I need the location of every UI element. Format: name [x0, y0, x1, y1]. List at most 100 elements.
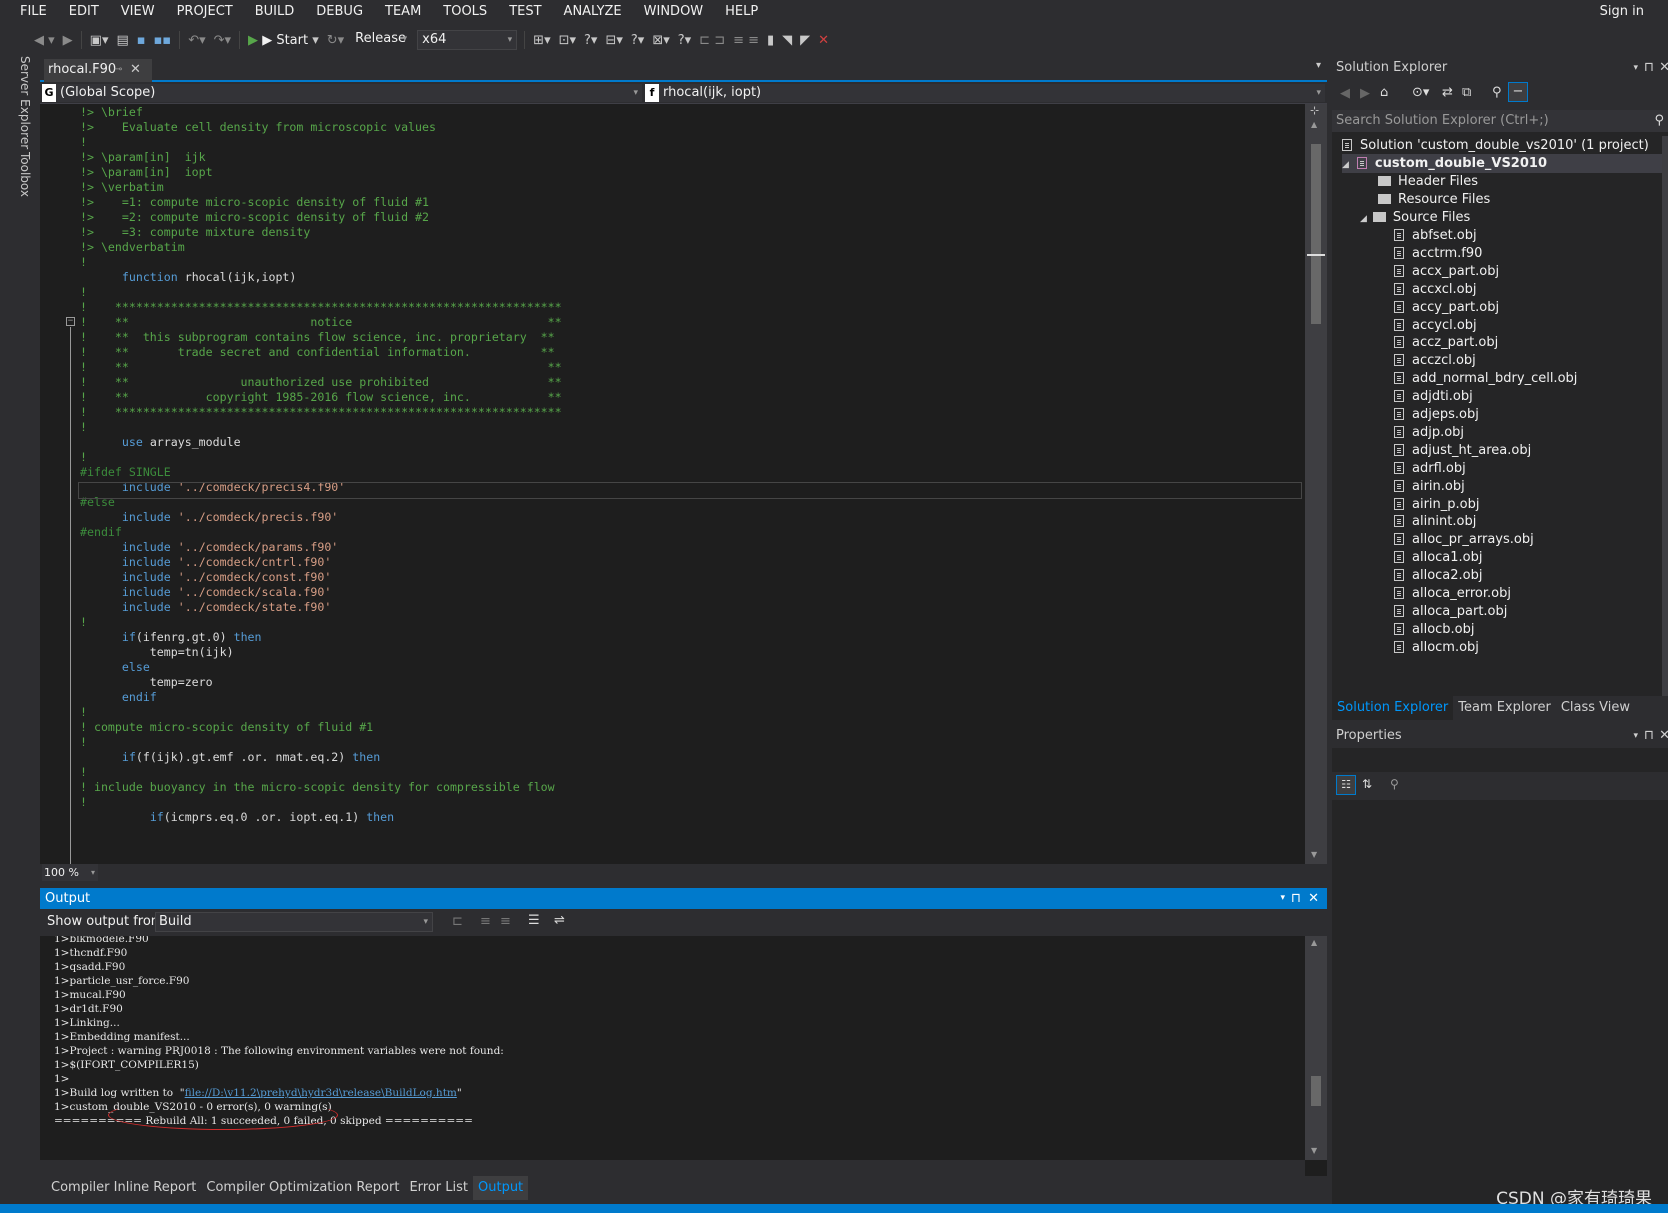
- editor-horizontal-scrollbar[interactable]: [102, 864, 1305, 881]
- tree-file-item[interactable]: adjp.obj: [1394, 423, 1464, 442]
- scroll-thumb[interactable]: [1311, 144, 1321, 324]
- se-pin-icon[interactable]: ⊓: [1644, 56, 1654, 80]
- refresh-icon[interactable]: ↻▾: [323, 33, 348, 48]
- scroll-up-icon[interactable]: ▲: [1311, 120, 1317, 129]
- clear-all-icon[interactable]: ☰: [528, 913, 540, 928]
- inspect-icon[interactable]: ⊠▾: [648, 33, 673, 48]
- tree-file-item[interactable]: alloc_pr_arrays.obj: [1394, 530, 1534, 549]
- menu-window[interactable]: WINDOW: [633, 0, 715, 24]
- output-horizontal-scrollbar[interactable]: [40, 1160, 1305, 1176]
- tree-resource-files[interactable]: Resource Files: [1378, 190, 1490, 209]
- se-forward-icon[interactable]: ▶: [1360, 86, 1370, 101]
- show-output-select[interactable]: Build ▾: [155, 912, 433, 932]
- indent-icon[interactable]: ≡ ≡: [729, 33, 763, 48]
- menu-build[interactable]: BUILD: [244, 0, 306, 24]
- code-text-area[interactable]: !> \brief !> Evaluate cell density from m…: [40, 104, 1305, 864]
- help-icon[interactable]: ?▾: [580, 33, 601, 48]
- locals-icon[interactable]: ⊟▾: [601, 33, 626, 48]
- se-close-icon[interactable]: ✕: [1659, 56, 1668, 80]
- attach-icon[interactable]: ⊞▾: [529, 33, 554, 48]
- alphabetical-icon[interactable]: ⇅: [1362, 777, 1372, 791]
- home-icon[interactable]: ⌂: [1380, 85, 1388, 100]
- tab-team-explorer[interactable]: Team Explorer: [1453, 696, 1556, 720]
- tree-file-item[interactable]: allocb.obj: [1394, 620, 1475, 639]
- tree-file-item[interactable]: add_normal_bdry_cell.obj: [1394, 369, 1577, 388]
- tree-file-item[interactable]: airin.obj: [1394, 477, 1465, 496]
- pending-changes-icon[interactable]: ⊙▾: [1412, 85, 1429, 100]
- menu-project[interactable]: PROJECT: [166, 0, 244, 24]
- output-scroll-thumb[interactable]: [1311, 1076, 1321, 1106]
- solution-explorer-search[interactable]: Search Solution Explorer (Ctrl+;) ⚲: [1332, 110, 1668, 132]
- bookmark-clear-icon[interactable]: ✕: [814, 33, 833, 48]
- sign-in-link[interactable]: Sign in: [1600, 0, 1644, 24]
- tree-file-item[interactable]: abfset.obj: [1394, 226, 1477, 245]
- bookmark-next-icon[interactable]: ◤: [796, 33, 814, 48]
- se-back-icon[interactable]: ◀: [1340, 86, 1350, 101]
- props-dropdown-icon[interactable]: ▾: [1633, 724, 1638, 748]
- word-wrap-icon[interactable]: ⇌: [554, 913, 565, 928]
- props-pin-icon[interactable]: ⊓: [1644, 724, 1654, 748]
- start-button[interactable]: ▶ ▶ Start ▾: [244, 33, 323, 48]
- tab-compiler-optimization-report[interactable]: Compiler Optimization Report: [201, 1176, 404, 1200]
- tab-output[interactable]: Output: [473, 1176, 529, 1200]
- scope-dropdown[interactable]: G (Global Scope) ▾: [42, 84, 642, 102]
- tab-dropdown-icon[interactable]: ▾: [1316, 60, 1321, 71]
- editor-vertical-scrollbar[interactable]: ⊹ ▲ ▼: [1305, 104, 1327, 864]
- tree-file-item[interactable]: alinint.obj: [1394, 512, 1476, 531]
- tab-solution-explorer[interactable]: Solution Explorer: [1332, 696, 1454, 720]
- next-message-icon[interactable]: ≡: [500, 914, 511, 929]
- tree-source-files[interactable]: ◢ Source Files: [1360, 208, 1470, 227]
- server-explorer-tab[interactable]: Server Explorer: [18, 56, 32, 149]
- property-pages-icon[interactable]: ⚲: [1390, 777, 1399, 791]
- tree-file-item[interactable]: adjust_ht_area.obj: [1394, 441, 1531, 460]
- tree-file-item[interactable]: adjdti.obj: [1394, 387, 1473, 406]
- output-dropdown-icon[interactable]: ▾: [1280, 888, 1285, 909]
- expand-icon[interactable]: ◢: [1360, 214, 1367, 224]
- toolbox-tab[interactable]: Toolbox: [18, 152, 32, 197]
- help3-icon[interactable]: ?▾: [674, 33, 695, 48]
- tab-class-view[interactable]: Class View: [1556, 696, 1635, 720]
- output-vertical-scrollbar[interactable]: ▲ ▼: [1305, 936, 1327, 1160]
- collapse-toggle-icon[interactable]: −: [66, 317, 75, 326]
- menu-tools[interactable]: TOOLS: [432, 0, 498, 24]
- tree-header-files[interactable]: Header Files: [1378, 172, 1478, 191]
- tab-compiler-inline-report[interactable]: Compiler Inline Report: [46, 1176, 201, 1200]
- menu-analyze[interactable]: ANALYZE: [553, 0, 633, 24]
- output-close-icon[interactable]: ✕: [1308, 888, 1319, 909]
- tree-file-item[interactable]: alloca2.obj: [1394, 566, 1482, 585]
- document-tab[interactable]: rhocal.F90 ⊸ ✕: [44, 59, 152, 82]
- undo-icon[interactable]: ↶▾: [184, 33, 209, 48]
- open-file-icon[interactable]: ▤: [112, 33, 132, 48]
- menu-help[interactable]: HELP: [714, 0, 769, 24]
- platform-select[interactable]: x64 ▾: [417, 30, 518, 50]
- configuration-select[interactable]: Release ▾: [351, 30, 411, 50]
- expand-icon[interactable]: ◢: [1342, 160, 1349, 170]
- save-all-icon[interactable]: ▪▪: [150, 33, 176, 48]
- se-vertical-scrollbar[interactable]: [1662, 136, 1668, 716]
- tree-solution[interactable]: Solution 'custom_double_vs2010' (1 proje…: [1342, 136, 1649, 155]
- props-close-icon[interactable]: ✕: [1659, 724, 1668, 748]
- align-icon[interactable]: ⊏ ⊐: [695, 33, 729, 48]
- sync-icon[interactable]: ⇄: [1442, 85, 1453, 100]
- find-icon[interactable]: ⊡▾: [555, 33, 580, 48]
- function-dropdown[interactable]: f rhocal(ijk, iopt) ▾: [645, 84, 1325, 102]
- tree-file-item[interactable]: acczcl.obj: [1394, 351, 1476, 370]
- split-icon[interactable]: ⊹: [1310, 104, 1319, 117]
- redo-icon[interactable]: ↷▾: [210, 33, 235, 48]
- help2-icon[interactable]: ?▾: [627, 33, 648, 48]
- menu-edit[interactable]: EDIT: [58, 0, 110, 24]
- back-icon[interactable]: ◀ ▾: [30, 33, 59, 48]
- collapse-all-icon[interactable]: ⧉: [1462, 85, 1471, 100]
- save-icon[interactable]: ▪: [133, 33, 150, 48]
- menu-view[interactable]: VIEW: [110, 0, 166, 24]
- tree-file-item[interactable]: allocm.obj: [1394, 638, 1479, 657]
- bookmark-prev-icon[interactable]: ◥: [778, 33, 796, 48]
- tree-file-item[interactable]: alloca_part.obj: [1394, 602, 1507, 621]
- search-icon[interactable]: ⚲: [1654, 110, 1664, 132]
- new-project-icon[interactable]: ▣▾: [86, 33, 113, 48]
- pin-icon[interactable]: ⊸: [114, 59, 122, 81]
- scroll-down-icon[interactable]: ▼: [1311, 850, 1317, 859]
- output-text-area[interactable]: 1>blkmodele.F90 1>thcndf.F90 1>qsadd.F90 1>…: [40, 936, 1305, 1160]
- prev-message-icon[interactable]: ≡: [480, 914, 491, 929]
- output-pin-icon[interactable]: ⊓: [1291, 888, 1301, 909]
